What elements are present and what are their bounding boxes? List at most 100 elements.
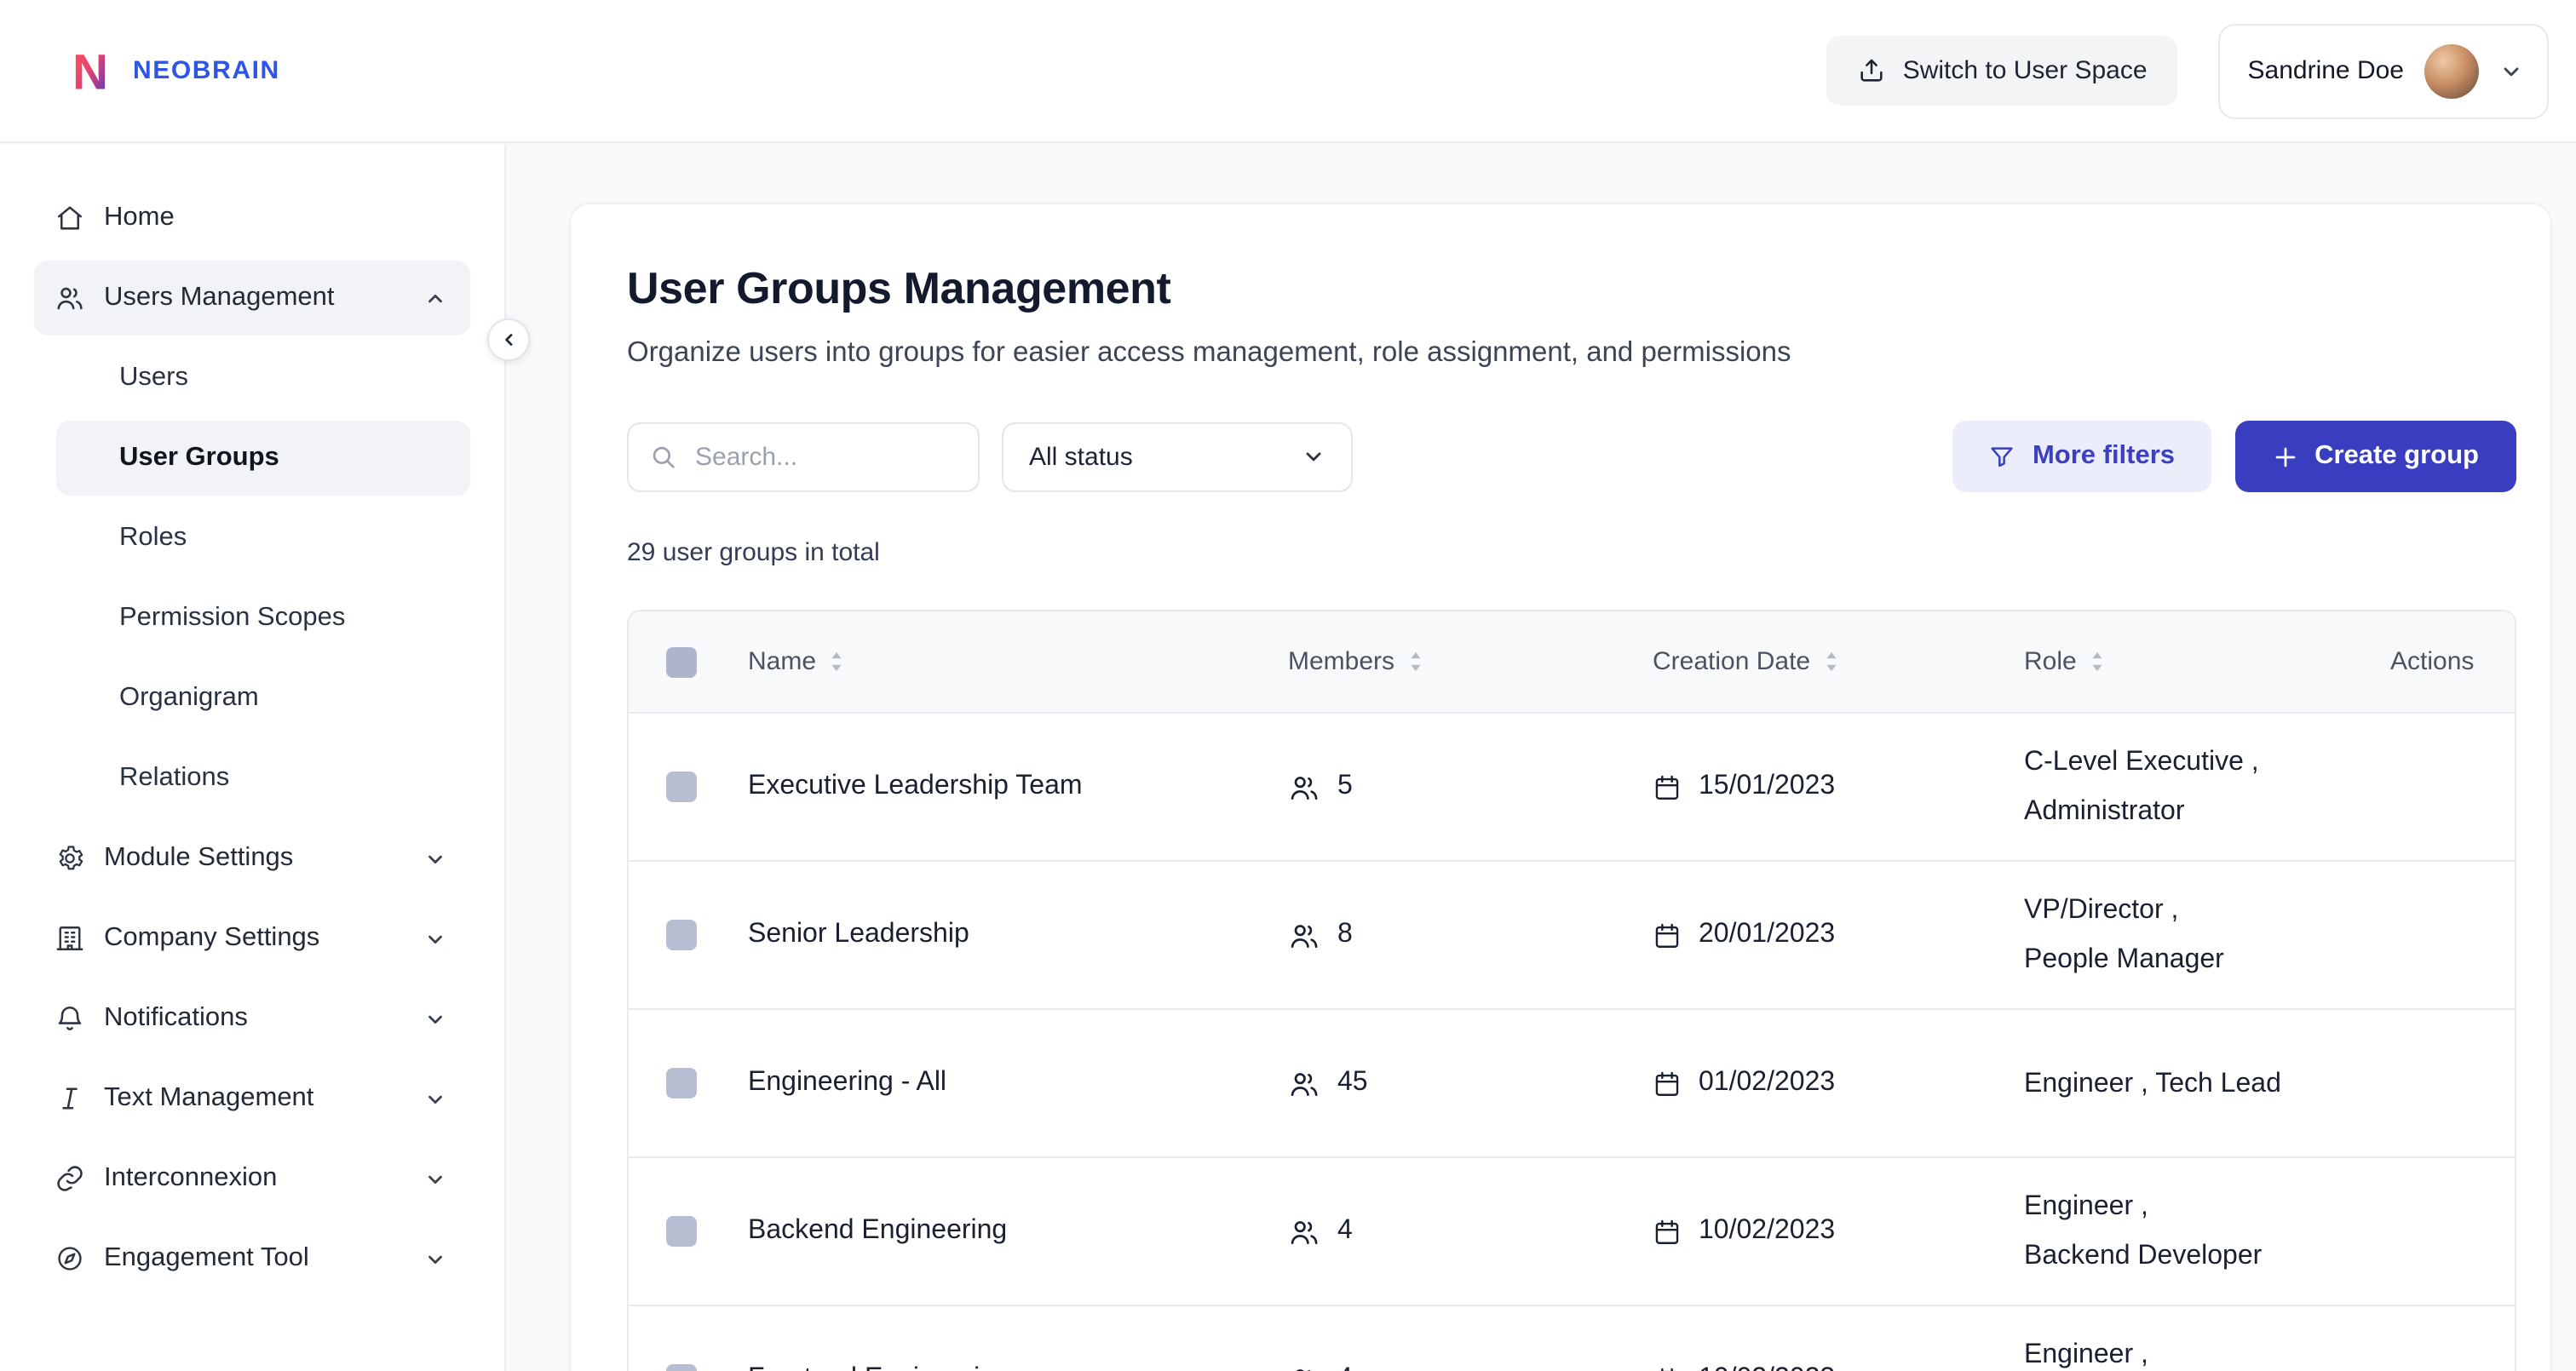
group-name: Engineering - All <box>748 1068 1288 1099</box>
calendar-icon <box>1653 1069 1682 1098</box>
group-name: Backend Engineering <box>748 1216 1288 1247</box>
sidebar-item-interconnexion[interactable]: Interconnexion <box>34 1141 470 1216</box>
sidebar: Home Users Management Users User Groups … <box>0 145 506 1371</box>
sidebar-item-roles[interactable]: Roles <box>56 501 470 576</box>
table-row: Executive Leadership Team 5 15/01/2023 C… <box>629 712 2515 860</box>
sidebar-item-permission-scopes[interactable]: Permission Scopes <box>56 581 470 656</box>
app-root: N NEOBRAIN Switch to User Space Sandrine… <box>0 0 2576 1371</box>
table-row: Engineering - All 45 01/02/2023 Engineer… <box>629 1008 2515 1156</box>
sort-date-icon[interactable] <box>1822 651 1839 673</box>
search-icon <box>649 442 678 471</box>
calendar-icon <box>1653 1365 1682 1371</box>
building-icon <box>55 923 85 954</box>
chevron-up-icon <box>424 287 446 309</box>
group-name: Senior Leadership <box>748 920 1288 950</box>
creation-date: 01/02/2023 <box>1699 1068 1835 1099</box>
top-header: N NEOBRAIN Switch to User Space Sandrine… <box>0 0 2576 143</box>
sort-name-icon[interactable] <box>828 651 845 673</box>
creation-date-cell: 20/01/2023 <box>1653 920 2024 950</box>
gear-icon <box>55 843 85 874</box>
row-checkbox[interactable] <box>666 1364 697 1371</box>
more-filters-button[interactable]: More filters <box>1952 421 2211 492</box>
sidebar-item-home[interactable]: Home <box>34 181 470 255</box>
user-groups-card: User Groups Management Organize users in… <box>569 203 2552 1371</box>
row-checkbox[interactable] <box>666 772 697 802</box>
sidebar-item-organigram[interactable]: Organigram <box>56 661 470 736</box>
main-content: User Groups Management Organize users in… <box>508 145 2576 1371</box>
calendar-icon <box>1653 921 1682 949</box>
row-checkbox[interactable] <box>666 1216 697 1247</box>
sidebar-sub-label: Roles <box>119 523 187 554</box>
chevron-down-icon <box>424 927 446 949</box>
sidebar-item-engagement-tool[interactable]: Engagement Tool <box>34 1221 470 1296</box>
total-count: 29 user groups in total <box>627 538 2516 567</box>
role-cell: Engineer ,Backend Developer <box>2024 1182 2390 1281</box>
role-cell: C-Level Executive ,Administrator <box>2024 737 2390 836</box>
brand-name: NEOBRAIN <box>133 56 280 85</box>
sidebar-item-text-management[interactable]: Text Management <box>34 1061 470 1136</box>
sidebar-item-relations[interactable]: Relations <box>56 741 470 816</box>
search-input[interactable] <box>627 422 980 491</box>
creation-date-cell: 10/02/2023 <box>1653 1364 2024 1371</box>
sidebar-item-module-settings[interactable]: Module Settings <box>34 821 470 896</box>
home-icon <box>55 203 85 233</box>
sidebar-collapse-button[interactable] <box>487 318 530 361</box>
create-group-button[interactable]: Create group <box>2234 421 2516 492</box>
create-group-label: Create group <box>2314 441 2479 472</box>
bell-icon <box>55 1003 85 1034</box>
creation-date: 15/01/2023 <box>1699 772 1835 802</box>
calendar-icon <box>1653 1217 1682 1246</box>
table-row: Backend Engineering 4 10/02/2023 Enginee… <box>629 1156 2515 1305</box>
members-icon <box>1288 771 1320 803</box>
row-checkbox-cell <box>629 1216 748 1247</box>
sidebar-sub-label: User Groups <box>119 443 279 473</box>
row-checkbox-cell <box>629 772 748 802</box>
svg-text:N: N <box>72 45 108 96</box>
chevron-down-icon <box>424 1167 446 1190</box>
sidebar-item-users[interactable]: Users <box>56 341 470 416</box>
sidebar-item-label: Users Management <box>104 283 335 313</box>
chevron-down-icon <box>424 1087 446 1110</box>
header-right: Switch to User Space Sandrine Doe <box>1826 23 2549 118</box>
sidebar-item-users-management[interactable]: Users Management <box>34 261 470 336</box>
status-filter-select[interactable]: All status <box>1002 422 1353 491</box>
creation-date-cell: 15/01/2023 <box>1653 772 2024 802</box>
engagement-icon <box>55 1243 85 1274</box>
select-all-checkbox[interactable] <box>666 646 697 677</box>
sidebar-sub-label: Relations <box>119 763 229 794</box>
sidebar-sub-label: Users <box>119 363 188 393</box>
status-filter-value: All status <box>1029 442 1133 471</box>
user-menu[interactable]: Sandrine Doe <box>2219 23 2549 118</box>
row-checkbox[interactable] <box>666 1068 697 1099</box>
search-wrap <box>627 422 980 491</box>
row-checkbox[interactable] <box>666 920 697 950</box>
sidebar-item-label: Text Management <box>104 1083 313 1114</box>
text-icon <box>55 1083 85 1114</box>
sidebar-item-company-settings[interactable]: Company Settings <box>34 901 470 976</box>
sidebar-item-label: Interconnexion <box>104 1163 277 1194</box>
sort-members-icon[interactable] <box>1406 651 1423 673</box>
chevron-down-icon <box>2499 59 2523 83</box>
switch-user-space-button[interactable]: Switch to User Space <box>1826 36 2178 106</box>
chevron-down-icon <box>424 1248 446 1270</box>
header-members: Members <box>1288 647 1653 676</box>
members-cell: 5 <box>1288 771 1653 803</box>
members-cell: 45 <box>1288 1067 1653 1099</box>
sidebar-item-user-groups[interactable]: User Groups <box>56 421 470 496</box>
header-creation-date: Creation Date <box>1653 647 2024 676</box>
calendar-icon <box>1653 772 1682 801</box>
chevron-down-icon <box>424 1007 446 1030</box>
sort-role-icon[interactable] <box>2089 651 2106 673</box>
page-title: User Groups Management <box>627 262 2516 315</box>
neobrain-logo: N <box>65 45 116 96</box>
chevron-down-icon <box>424 847 446 869</box>
sidebar-item-notifications[interactable]: Notifications <box>34 981 470 1056</box>
link-icon <box>55 1163 85 1194</box>
members-count: 8 <box>1337 920 1353 950</box>
members-count: 5 <box>1337 772 1353 802</box>
members-cell: 8 <box>1288 919 1653 951</box>
members-icon <box>1288 919 1320 951</box>
plus-icon <box>2272 444 2297 469</box>
row-checkbox-cell <box>629 1364 748 1371</box>
members-count: 4 <box>1337 1364 1353 1371</box>
